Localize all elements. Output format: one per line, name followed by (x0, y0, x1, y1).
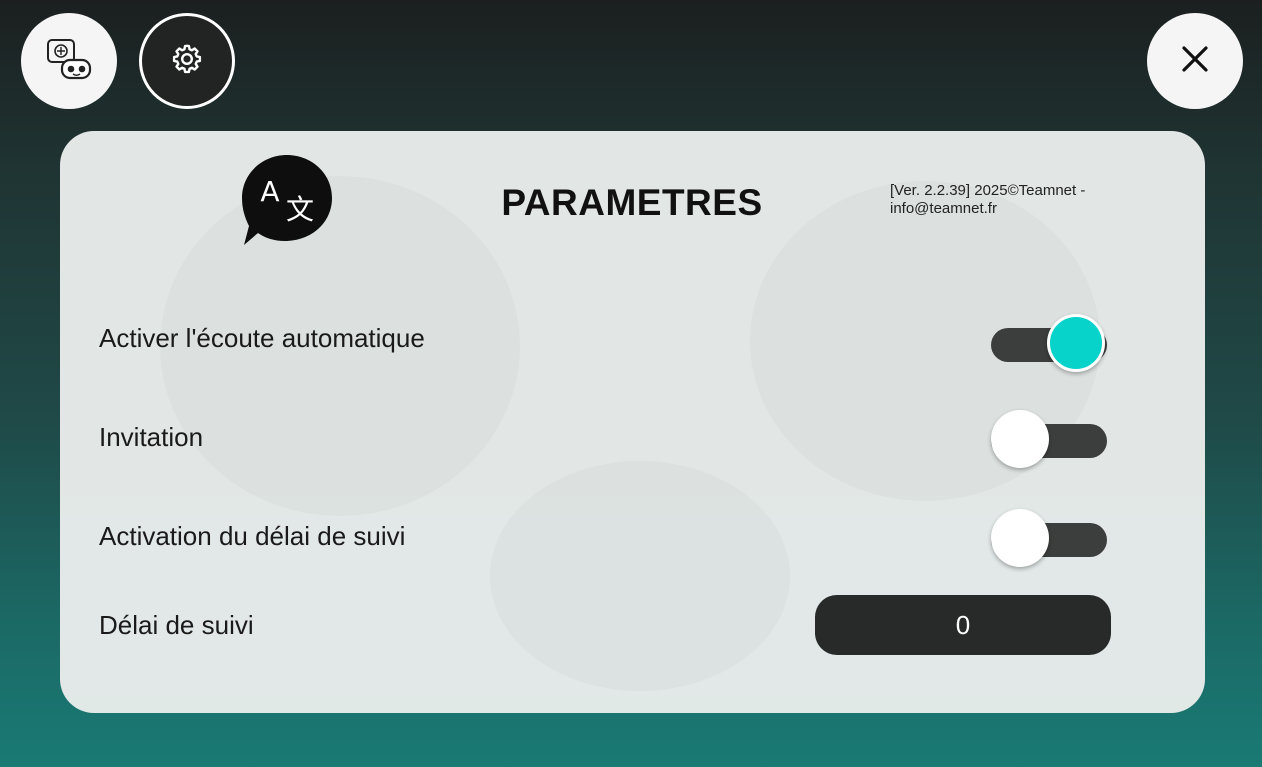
robot-mode-button[interactable] (21, 13, 117, 109)
settings-button[interactable] (139, 13, 235, 109)
auto-listen-toggle[interactable] (991, 314, 1107, 374)
robot-chat-icon (46, 38, 92, 85)
follow-delay-activation-toggle[interactable] (991, 509, 1107, 569)
page-title: PARAMETRES (501, 182, 763, 223)
auto-listen-label: Activer l'écoute automatique (99, 323, 425, 353)
settings-panel: A 文 PARAMETRES [Ver. 2.2.39] 2025©Teamne… (60, 131, 1205, 713)
close-icon (1181, 45, 1209, 78)
toggle-thumb (991, 410, 1049, 468)
follow-delay-label: Délai de suivi (99, 610, 254, 640)
close-button[interactable] (1147, 13, 1243, 109)
toggle-thumb (1047, 314, 1105, 372)
toggle-thumb (991, 509, 1049, 567)
background-decoration (490, 461, 790, 691)
follow-delay-activation-label: Activation du délai de suivi (99, 521, 406, 551)
svg-text:文: 文 (286, 193, 314, 226)
translate-icon: A 文 (241, 153, 335, 252)
follow-delay-input[interactable] (815, 595, 1111, 655)
version-info: [Ver. 2.2.39] 2025©Teamnet - info@teamne… (890, 182, 1086, 217)
invitation-toggle[interactable] (991, 410, 1107, 470)
svg-text:A: A (260, 175, 279, 208)
invitation-label: Invitation (99, 422, 204, 452)
gear-icon (169, 41, 205, 82)
